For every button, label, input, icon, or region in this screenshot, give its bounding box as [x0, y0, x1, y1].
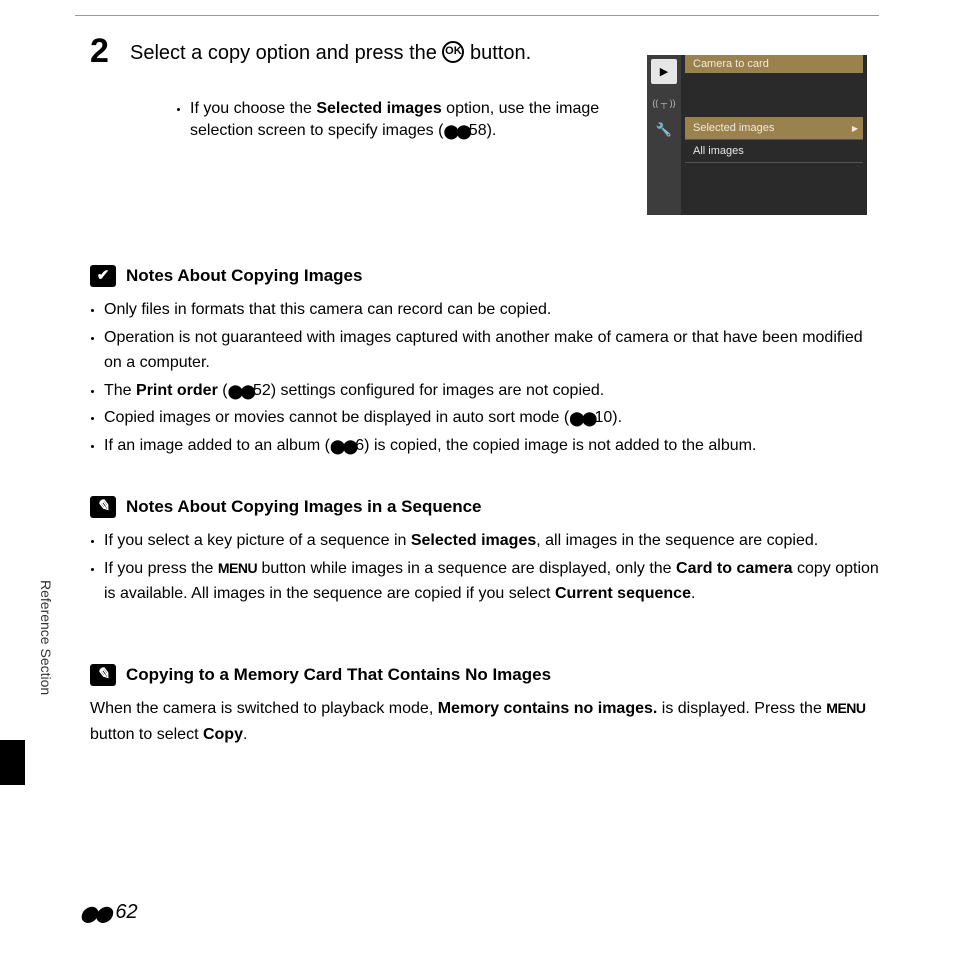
note-bullet: If you select a key picture of a sequenc…: [104, 528, 879, 554]
notes-copying-sequence: ✎ Notes About Copying Images in a Sequen…: [90, 496, 879, 609]
pencil-icon: ✎: [90, 496, 116, 518]
note-bullet: Only files in formats that this camera c…: [104, 297, 879, 323]
step-bullet: If you choose the Selected images option…: [190, 98, 650, 143]
note-bullet: If you press the MENU button while image…: [104, 556, 879, 607]
ok-button-icon: OK: [442, 41, 464, 63]
menu-text-icon: MENU: [218, 560, 257, 576]
menu-text-icon: MENU: [826, 700, 865, 716]
step-number: 2: [90, 32, 109, 71]
note-heading: ✎ Notes About Copying Images in a Sequen…: [90, 496, 879, 518]
camera-menu-title: Camera to card: [685, 55, 863, 73]
note-bullet: Copied images or movies cannot be displa…: [104, 405, 879, 431]
step-title: Select a copy option and press the OK bu…: [130, 42, 531, 65]
camera-screenshot: ▶ (( ┬ )) 🔧 Camera to card Selected imag…: [647, 55, 867, 215]
note-bullet: If an image added to an album (⬤⬤6) is c…: [104, 433, 879, 459]
page-number: ⬤⬤ 62: [80, 901, 138, 924]
top-rule: [75, 15, 879, 16]
sidebar-section-label: Reference Section: [38, 580, 54, 695]
note-paragraph: When the camera is switched to playback …: [90, 696, 879, 747]
camera-menu-item-selected: Selected images: [685, 117, 863, 140]
ref-icon: ⬤⬤: [330, 438, 355, 454]
ref-icon: ⬤⬤: [228, 383, 253, 399]
ref-icon: ⬤⬤: [443, 123, 468, 139]
setup-tab-icon: 🔧: [647, 108, 681, 138]
notes-copying-images: ✔ Notes About Copying Images Only files …: [90, 265, 879, 461]
step-bullet-list: If you choose the Selected images option…: [150, 98, 650, 143]
note-heading: ✎ Copying to a Memory Card That Contains…: [90, 664, 879, 686]
ref-icon: ⬤⬤: [569, 410, 594, 426]
ref-icon: ⬤⬤: [80, 906, 110, 923]
note-heading: ✔ Notes About Copying Images: [90, 265, 879, 287]
camera-side-tabs: ▶ (( ┬ )) 🔧: [647, 55, 681, 215]
playback-tab-icon: ▶: [651, 59, 677, 84]
note-bullet: Operation is not guaranteed with images …: [104, 325, 879, 376]
check-icon: ✔: [90, 265, 116, 287]
camera-menu-item: All images: [685, 140, 863, 163]
wireless-tab-icon: (( ┬ )): [647, 84, 681, 108]
notes-empty-card: ✎ Copying to a Memory Card That Contains…: [90, 664, 879, 747]
pencil-icon: ✎: [90, 664, 116, 686]
section-tab: [0, 740, 25, 785]
note-bullet: The Print order (⬤⬤52) settings configur…: [104, 378, 879, 404]
